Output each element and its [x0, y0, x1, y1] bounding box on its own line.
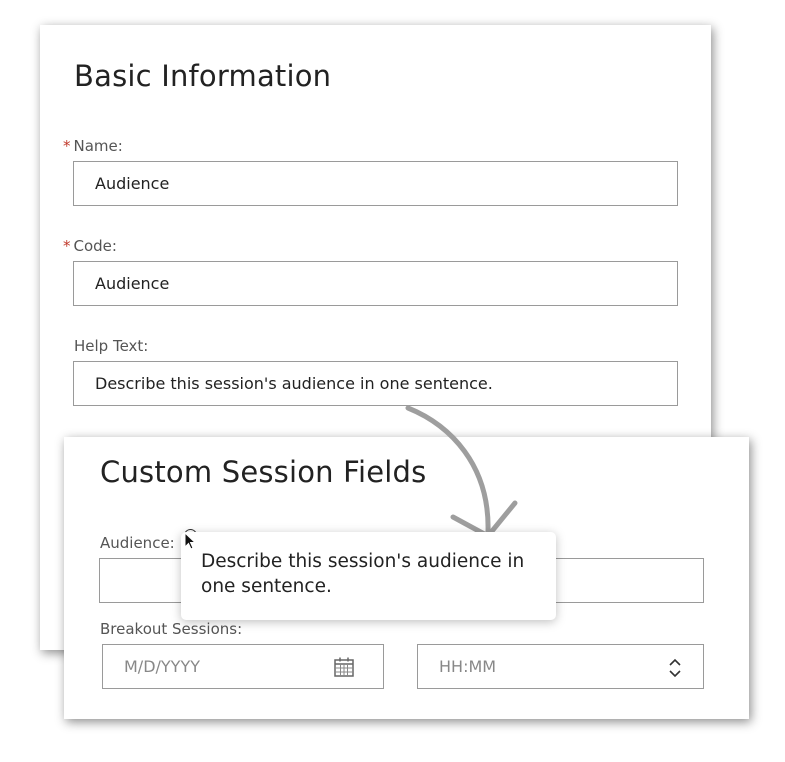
help-tooltip: Describe this session's audience in one … [181, 532, 556, 620]
tooltip-text: Describe this session's audience in one … [201, 551, 525, 597]
curved-arrow-icon [405, 405, 518, 539]
mouse-pointer-icon [184, 532, 197, 550]
